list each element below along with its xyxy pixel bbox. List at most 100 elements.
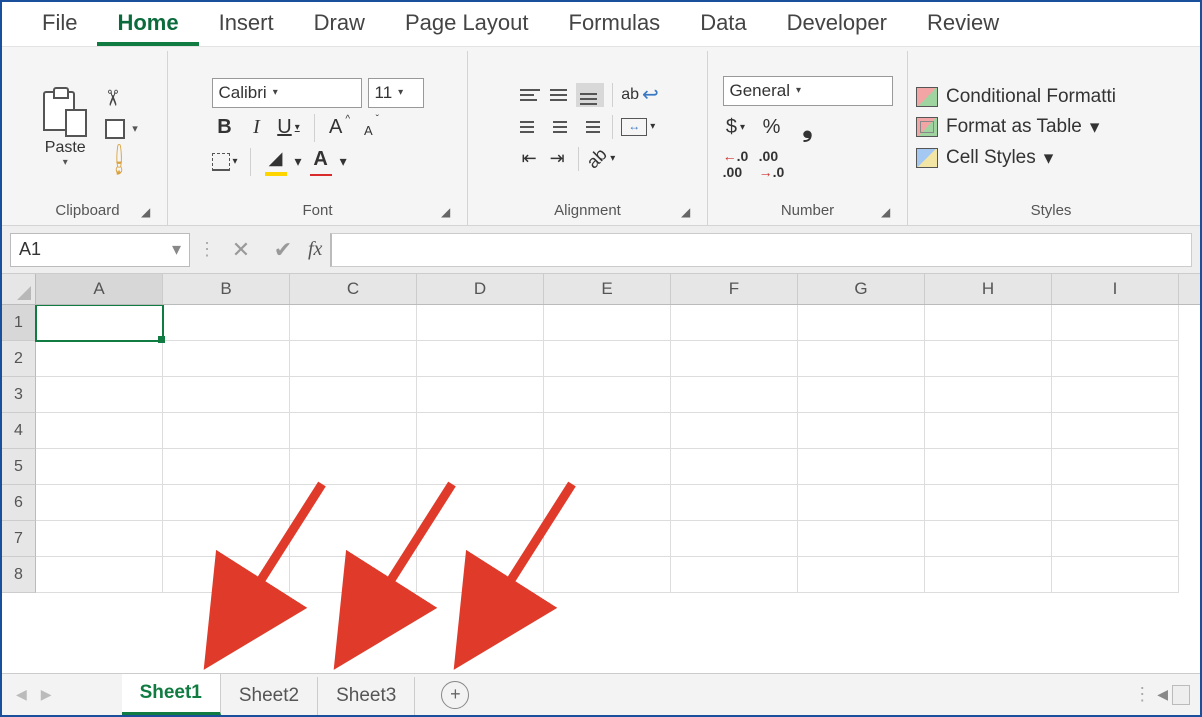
underline-button[interactable]: U▾: [276, 114, 302, 142]
cell-H6[interactable]: [925, 485, 1052, 521]
chevron-down-icon[interactable]: ▾: [295, 122, 300, 133]
accept-formula-button[interactable]: ✔: [266, 237, 300, 263]
dialog-launcher-icon[interactable]: ◢: [881, 205, 895, 219]
resize-handle-icon[interactable]: ⋮: [198, 239, 216, 260]
chevron-down-icon[interactable]: ▾: [1090, 116, 1100, 139]
column-header-H[interactable]: H: [925, 274, 1052, 304]
insert-function-button[interactable]: fx: [308, 238, 322, 261]
cell-I1[interactable]: [1052, 305, 1179, 341]
cell-C4[interactable]: [290, 413, 417, 449]
tab-draw[interactable]: Draw: [294, 2, 385, 46]
new-sheet-button[interactable]: +: [441, 681, 469, 709]
cut-button[interactable]: ✂: [105, 85, 138, 111]
cell-C2[interactable]: [290, 341, 417, 377]
align-left-button[interactable]: [516, 115, 544, 139]
cell-F4[interactable]: [671, 413, 798, 449]
cell-F6[interactable]: [671, 485, 798, 521]
font-name-combo[interactable]: Calibri▾: [212, 78, 362, 108]
cell-I2[interactable]: [1052, 341, 1179, 377]
cell-C8[interactable]: [290, 557, 417, 593]
cell-G1[interactable]: [798, 305, 925, 341]
cell-C7[interactable]: [290, 521, 417, 557]
cell-A5[interactable]: [36, 449, 163, 485]
align-top-button[interactable]: [516, 83, 544, 107]
number-format-combo[interactable]: General▾: [723, 76, 893, 106]
column-header-F[interactable]: F: [671, 274, 798, 304]
column-header-E[interactable]: E: [544, 274, 671, 304]
horizontal-scrollbar[interactable]: ◀: [1157, 685, 1190, 705]
column-header-A[interactable]: A: [36, 274, 163, 304]
chevron-down-icon[interactable]: ▾: [233, 156, 238, 167]
tab-insert[interactable]: Insert: [199, 2, 294, 46]
column-header-G[interactable]: G: [798, 274, 925, 304]
tab-developer[interactable]: Developer: [767, 2, 907, 46]
cell-G8[interactable]: [798, 557, 925, 593]
grow-font-button[interactable]: A^: [327, 114, 353, 142]
cell-I8[interactable]: [1052, 557, 1179, 593]
shrink-font-button[interactable]: Aˇ: [359, 114, 385, 142]
chevron-down-icon[interactable]: ▾: [273, 87, 278, 98]
cell-A4[interactable]: [36, 413, 163, 449]
sheet-tab-2[interactable]: Sheet2: [221, 677, 318, 715]
cell-H3[interactable]: [925, 377, 1052, 413]
chevron-down-icon[interactable]: ▾: [740, 122, 745, 133]
cell-A3[interactable]: [36, 377, 163, 413]
cell-C6[interactable]: [290, 485, 417, 521]
sheet-tab-1[interactable]: Sheet1: [122, 674, 221, 715]
cell-E4[interactable]: [544, 413, 671, 449]
align-middle-button[interactable]: [546, 83, 574, 107]
cell-D1[interactable]: [417, 305, 544, 341]
chevron-down-icon[interactable]: ▾: [650, 121, 655, 132]
cell-I6[interactable]: [1052, 485, 1179, 521]
font-size-combo[interactable]: 11▾: [368, 78, 424, 108]
italic-button[interactable]: I: [244, 114, 270, 142]
cell-C1[interactable]: [290, 305, 417, 341]
sheet-nav-prev[interactable]: ◀: [12, 686, 31, 703]
wrap-text-button[interactable]: ab↩: [621, 81, 659, 109]
comma-format-button[interactable]: ❟: [795, 114, 821, 142]
format-as-table-button[interactable]: Format as Table ▾: [916, 116, 1099, 139]
cell-A6[interactable]: [36, 485, 163, 521]
cell-E1[interactable]: [544, 305, 671, 341]
decrease-indent-button[interactable]: ⇤: [516, 145, 542, 173]
row-header-7[interactable]: 7: [2, 521, 36, 557]
dialog-launcher-icon[interactable]: ◢: [681, 205, 695, 219]
cancel-formula-button[interactable]: ✕: [224, 237, 258, 263]
row-header-4[interactable]: 4: [2, 413, 36, 449]
cell-A8[interactable]: [36, 557, 163, 593]
chevron-down-icon[interactable]: ▾: [132, 122, 138, 135]
cell-F5[interactable]: [671, 449, 798, 485]
chevron-down-icon[interactable]: ▾: [63, 157, 68, 168]
dialog-launcher-icon[interactable]: ◢: [141, 205, 155, 219]
chevron-down-icon[interactable]: ▾: [398, 87, 403, 98]
cell-A1[interactable]: [36, 305, 163, 341]
align-center-button[interactable]: [546, 115, 574, 139]
tab-home[interactable]: Home: [97, 2, 198, 46]
decrease-decimal-button[interactable]: .00→.0: [759, 150, 785, 178]
cell-G7[interactable]: [798, 521, 925, 557]
cell-G3[interactable]: [798, 377, 925, 413]
cell-H1[interactable]: [925, 305, 1052, 341]
tab-review[interactable]: Review: [907, 2, 1019, 46]
sheet-tab-3[interactable]: Sheet3: [318, 677, 415, 715]
chevron-down-icon[interactable]: ▾: [295, 153, 302, 170]
orientation-button[interactable]: ab▾: [587, 145, 615, 173]
dialog-launcher-icon[interactable]: ◢: [441, 205, 455, 219]
cell-H2[interactable]: [925, 341, 1052, 377]
increase-indent-button[interactable]: ⇥: [544, 145, 570, 173]
cell-D2[interactable]: [417, 341, 544, 377]
font-color-button[interactable]: A: [308, 148, 334, 176]
row-header-1[interactable]: 1: [2, 305, 36, 341]
format-painter-button[interactable]: 🖌: [105, 147, 138, 173]
column-header-B[interactable]: B: [163, 274, 290, 304]
select-all-corner[interactable]: [2, 274, 36, 304]
cell-E5[interactable]: [544, 449, 671, 485]
cell-F2[interactable]: [671, 341, 798, 377]
chevron-down-icon[interactable]: ▾: [172, 239, 181, 260]
cell-B1[interactable]: [163, 305, 290, 341]
row-header-5[interactable]: 5: [2, 449, 36, 485]
cell-D8[interactable]: [417, 557, 544, 593]
tab-data[interactable]: Data: [680, 2, 766, 46]
cell-F3[interactable]: [671, 377, 798, 413]
cell-D6[interactable]: [417, 485, 544, 521]
